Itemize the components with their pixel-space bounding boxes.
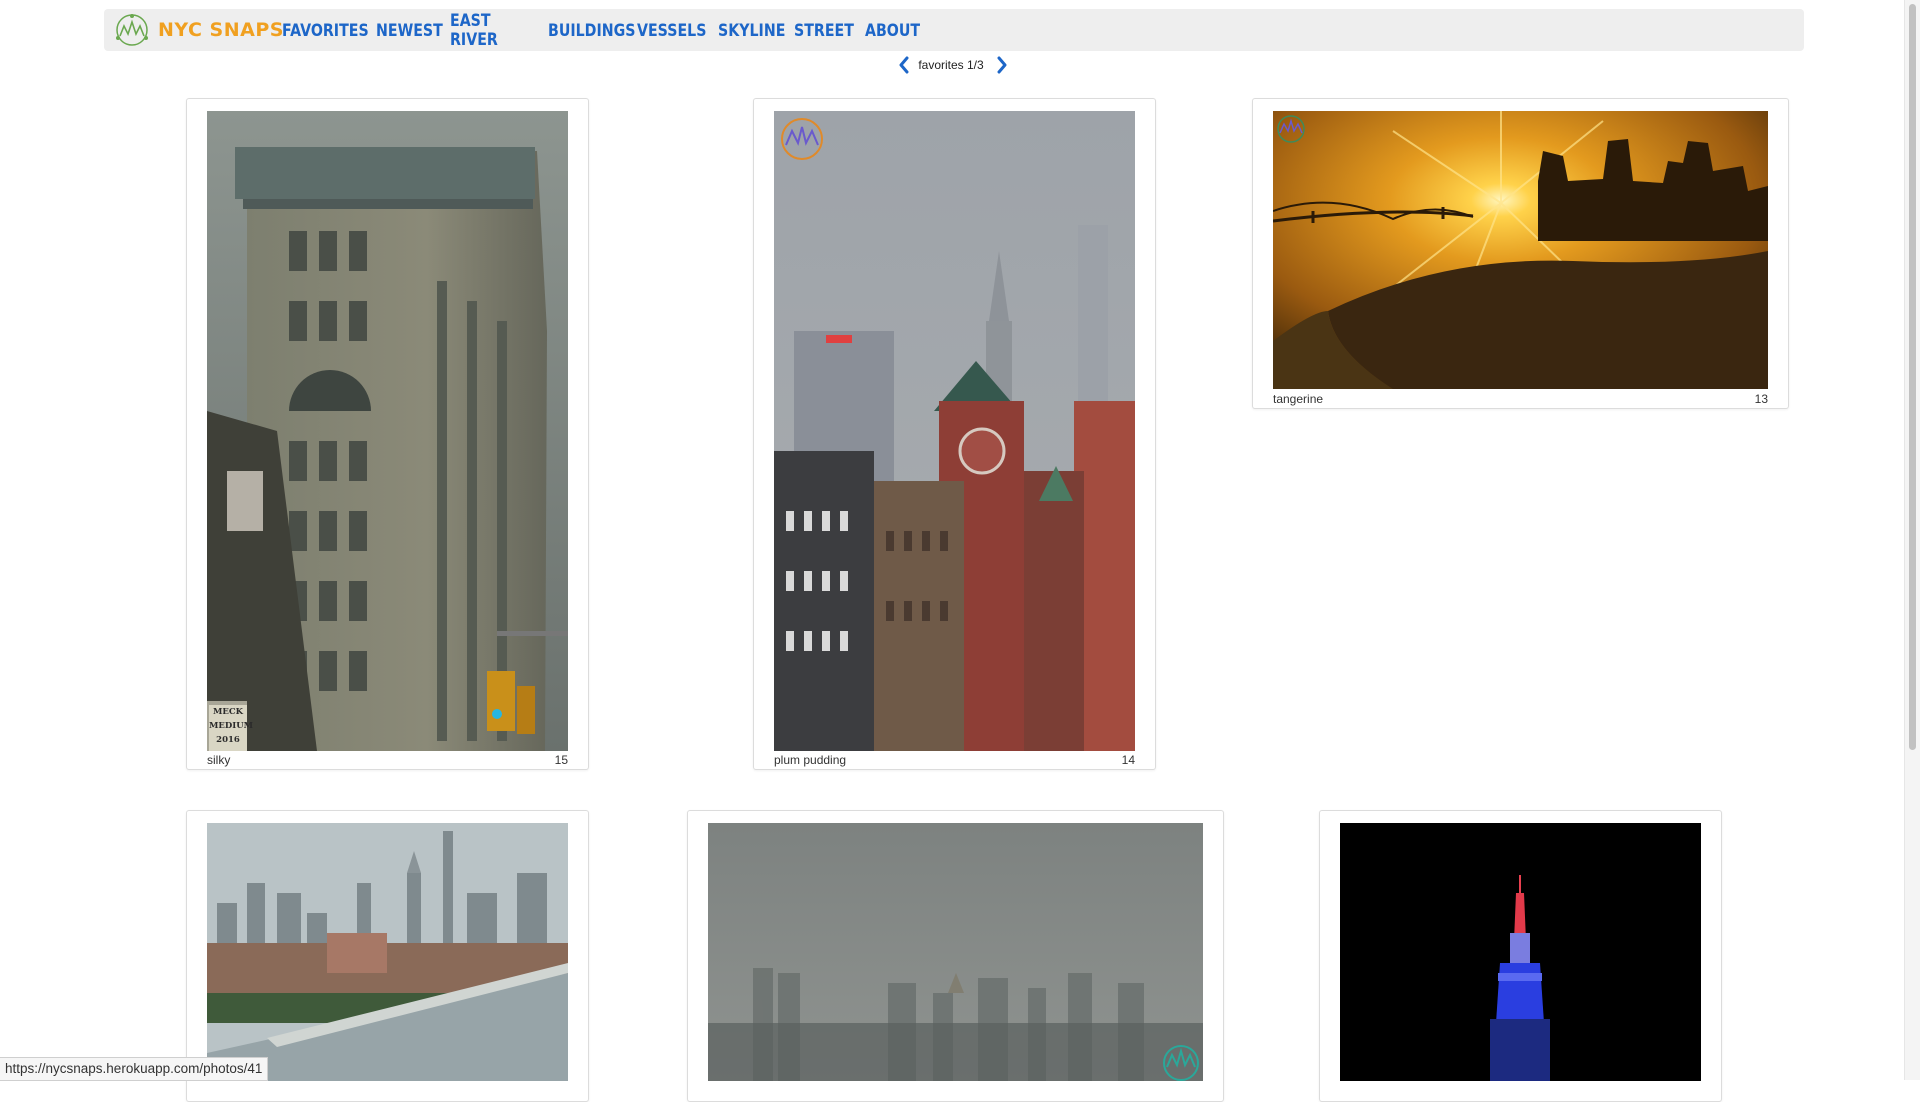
photo-card[interactable]: tangerine 13: [1252, 98, 1789, 409]
chevron-right-icon[interactable]: [996, 56, 1008, 74]
photo-title: tangerine: [1273, 392, 1324, 406]
photo-count: 15: [554, 753, 568, 767]
photo-thumbnail[interactable]: [1273, 111, 1768, 389]
scrollbar-thumb[interactable]: [1909, 4, 1916, 750]
nav-link-vessels[interactable]: VESSELS: [637, 21, 707, 40]
nav-link-newest[interactable]: NEWEST: [376, 21, 443, 40]
nav-link-buildings[interactable]: BUILDINGS: [548, 21, 635, 40]
meck-stamp-watermark: MECK MEDIUM 2016: [209, 705, 253, 751]
pagination-label: favorites 1/3: [918, 58, 984, 72]
photo-card[interactable]: plum pudding 14: [753, 98, 1156, 770]
photo-card[interactable]: [687, 810, 1224, 1102]
vertical-scrollbar[interactable]: [1904, 0, 1920, 1080]
nav-link-skyline[interactable]: SKYLINE: [718, 21, 785, 40]
nav-links: FAVORITES NEWEST EAST RIVER BUILDINGS VE…: [282, 9, 925, 51]
nav-link-east-river[interactable]: EAST RIVER: [450, 11, 534, 49]
nav-link-street[interactable]: STREET: [794, 21, 855, 40]
photo-title: plum pudding: [774, 753, 847, 767]
pagination: favorites 1/3: [0, 56, 1906, 74]
photo-title: silky: [207, 753, 231, 767]
photo-thumbnail[interactable]: [1340, 823, 1701, 1081]
brand-home-link[interactable]: NYC SNAPS: [114, 12, 284, 48]
nav-link-about[interactable]: ABOUT: [865, 21, 920, 40]
chevron-left-icon[interactable]: [898, 56, 910, 74]
photo-count: 13: [1754, 392, 1768, 406]
photo-card[interactable]: MECK MEDIUM 2016 silky 15: [186, 98, 589, 770]
photo-thumbnail[interactable]: [207, 111, 568, 751]
brand-name: NYC SNAPS: [158, 19, 284, 41]
photo-count: 14: [1121, 753, 1135, 767]
nav-link-favorites[interactable]: FAVORITES: [282, 21, 369, 40]
photo-thumbnail[interactable]: [774, 111, 1135, 751]
nyc-snaps-logo-icon: [116, 14, 148, 46]
status-bar-url: https://nycsnaps.herokuapp.com/photos/41: [0, 1057, 269, 1081]
top-navbar: NYC SNAPS FAVORITES NEWEST EAST RIVER BU…: [104, 9, 1804, 51]
photo-thumbnail[interactable]: [207, 823, 568, 1081]
photo-thumbnail[interactable]: [708, 823, 1203, 1081]
photo-card[interactable]: [1319, 810, 1722, 1102]
